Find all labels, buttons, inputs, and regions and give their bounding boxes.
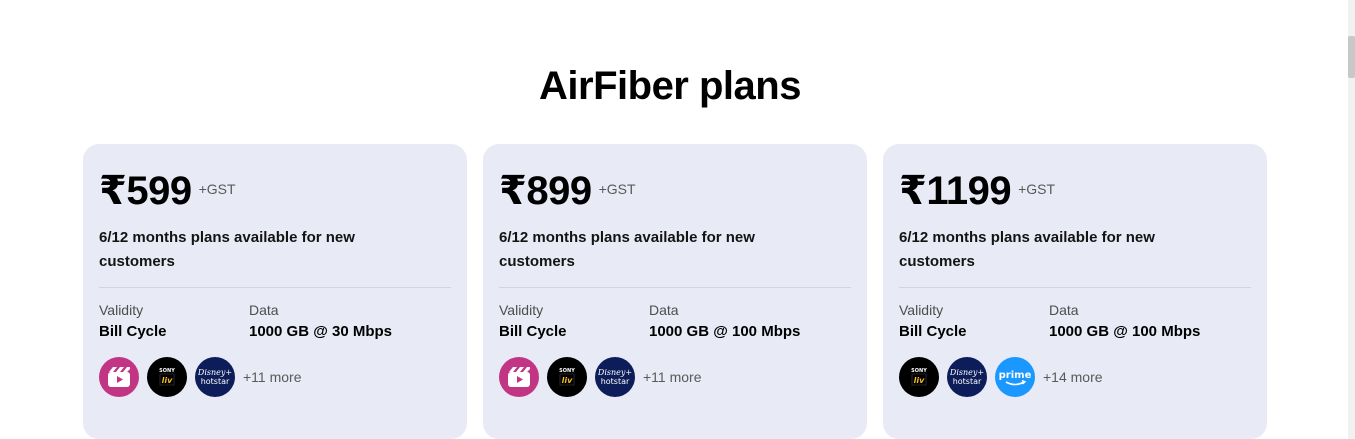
data-value: 1000 GB @ 30 Mbps (249, 323, 393, 340)
data-spec: Data 1000 GB @ 100 Mbps (649, 302, 849, 342)
validity-label: Validity (499, 302, 544, 318)
page-title: AirFiber plans (539, 64, 801, 108)
price-row: ₹1199 +GST (899, 168, 1251, 214)
more-apps-link[interactable]: +11 more (243, 369, 302, 385)
svg-text:prime: prime (999, 370, 1031, 381)
data-label: Data (249, 302, 279, 318)
more-apps-link[interactable]: +11 more (643, 369, 702, 385)
validity-label: Validity (899, 302, 944, 318)
jiocinema-icon (99, 357, 139, 397)
price-row: ₹899 +GST (499, 168, 851, 214)
svg-text:Disney+: Disney+ (198, 368, 232, 377)
svg-text:liv: liv (914, 376, 925, 385)
data-value: 1000 GB @ 100 Mbps (649, 323, 801, 340)
scrollbar[interactable] (1348, 0, 1355, 439)
validity-spec: Validity Bill Cycle (899, 302, 1049, 342)
plan-price: ₹1199 (899, 169, 1012, 213)
data-value: 1000 GB @ 100 Mbps (1049, 323, 1201, 340)
plan-card-599[interactable]: ₹599 +GST 6/12 months plans available fo… (83, 144, 467, 439)
svg-text:liv: liv (162, 376, 173, 385)
data-label: Data (649, 302, 679, 318)
more-apps-link[interactable]: +14 more (1043, 369, 1103, 385)
divider (899, 287, 1251, 288)
plan-specs: Validity Bill Cycle Data 1000 GB @ 100 M… (499, 302, 851, 342)
sonyliv-icon: SONY liv (147, 357, 187, 397)
tax-label: +GST (1018, 181, 1056, 197)
prime-video-icon: prime (995, 357, 1035, 397)
plan-description: 6/12 months plans available for new cust… (499, 229, 755, 270)
validity-label: Validity (99, 302, 144, 318)
plan-card-899[interactable]: ₹899 +GST 6/12 months plans available fo… (483, 144, 867, 439)
svg-text:hotstar: hotstar (953, 377, 982, 386)
validity-value: Bill Cycle (499, 323, 567, 340)
validity-value: Bill Cycle (99, 323, 167, 340)
sonyliv-icon: SONY liv (547, 357, 587, 397)
plan-description: 6/12 months plans available for new cust… (99, 229, 355, 270)
price-row: ₹599 +GST (99, 168, 451, 214)
validity-value: Bill Cycle (899, 323, 967, 340)
disney-hotstar-icon: Disney+ hotstar (947, 357, 987, 397)
svg-text:liv: liv (562, 376, 573, 385)
plan-specs: Validity Bill Cycle Data 1000 GB @ 100 M… (899, 302, 1251, 342)
plan-description: 6/12 months plans available for new cust… (899, 229, 1155, 270)
svg-text:SONY: SONY (911, 368, 927, 374)
disney-hotstar-icon: Disney+ hotstar (195, 357, 235, 397)
svg-text:Disney+: Disney+ (950, 368, 984, 377)
data-spec: Data 1000 GB @ 30 Mbps (249, 302, 449, 342)
plan-price: ₹899 (499, 169, 592, 213)
validity-spec: Validity Bill Cycle (499, 302, 649, 342)
data-spec: Data 1000 GB @ 100 Mbps (1049, 302, 1249, 342)
svg-text:hotstar: hotstar (601, 377, 630, 386)
plan-card-1199[interactable]: ₹1199 +GST 6/12 months plans available f… (883, 144, 1267, 439)
plan-specs: Validity Bill Cycle Data 1000 GB @ 30 Mb… (99, 302, 451, 342)
plan-price: ₹599 (99, 169, 192, 213)
validity-spec: Validity Bill Cycle (99, 302, 249, 342)
scrollbar-thumb[interactable] (1348, 36, 1355, 78)
data-label: Data (1049, 302, 1079, 318)
tax-label: +GST (198, 181, 236, 197)
svg-text:hotstar: hotstar (201, 377, 230, 386)
svg-text:Disney+: Disney+ (598, 368, 632, 377)
svg-text:SONY: SONY (559, 368, 575, 374)
divider (499, 287, 851, 288)
ott-apps-row: SONY liv Disney+ hotstar +11 more (99, 357, 451, 397)
svg-text:SONY: SONY (159, 368, 175, 374)
jiocinema-icon (499, 357, 539, 397)
ott-apps-row: SONY liv Disney+ hotstar +11 more (499, 357, 851, 397)
tax-label: +GST (598, 181, 636, 197)
divider (99, 287, 451, 288)
ott-apps-row: SONY liv Disney+ hotstar prime +14 more (899, 357, 1251, 397)
disney-hotstar-icon: Disney+ hotstar (595, 357, 635, 397)
sonyliv-icon: SONY liv (899, 357, 939, 397)
